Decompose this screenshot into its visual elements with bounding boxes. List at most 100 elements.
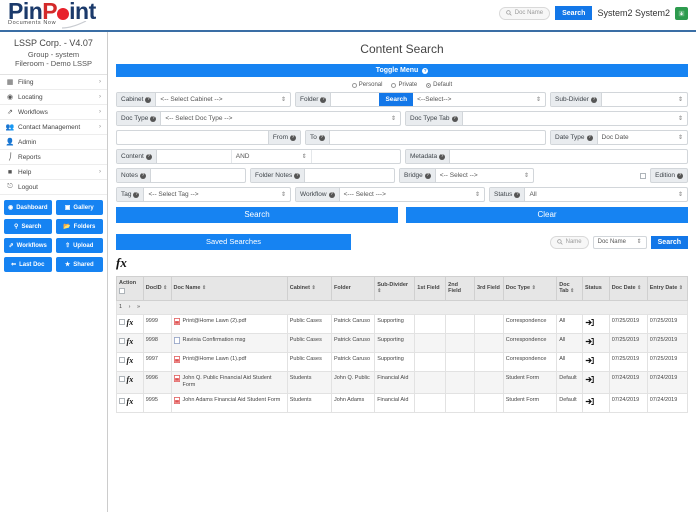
col-3rd-field[interactable]: 3rd Field (473, 276, 504, 301)
table-row[interactable]: fx 9995 John Adams Financial Aid Student… (116, 392, 689, 413)
sidebar-item-contact-management[interactable]: 👥 Contact Management › (0, 120, 107, 135)
col-2nd-field[interactable]: 2nd Field (445, 276, 475, 301)
sidebar-item-reports[interactable]: ⎠ Reports (0, 150, 107, 165)
row-status-cell[interactable] (581, 371, 610, 394)
datetype-field[interactable]: Date Type? Doc Date ⇕ (550, 130, 688, 145)
col-doc-date[interactable]: Doc Date ⇕ (608, 276, 648, 301)
select-all-checkbox[interactable] (119, 287, 125, 294)
login-icon[interactable] (585, 375, 594, 387)
row-checkbox[interactable] (119, 397, 125, 404)
row-fx-icon[interactable]: fx (127, 375, 134, 384)
header-search-button[interactable]: Search (555, 6, 593, 20)
cabinet-field[interactable]: Cabinet? <-- Select Cabinet --> ⇕ (116, 92, 291, 107)
row-checkbox[interactable] (119, 318, 125, 325)
row-action-cell[interactable]: fx (116, 333, 144, 354)
radio-personal[interactable]: Personal (351, 82, 382, 88)
content-field[interactable]: Content? AND ⇕ (116, 149, 401, 164)
next-page-link[interactable]: › (129, 304, 131, 310)
col-1st-field[interactable]: 1st Field (414, 276, 447, 301)
bridge-select[interactable]: <-- Select --> ⇕ (436, 169, 533, 182)
row-fx-icon[interactable]: fx (127, 397, 134, 406)
content-operator-select[interactable]: AND ⇕ (232, 150, 312, 163)
login-icon[interactable] (585, 337, 594, 349)
row-checkbox[interactable] (119, 357, 125, 364)
sidebar-item-filing[interactable]: ▦ Filing › (0, 75, 107, 90)
bridge-field[interactable]: Bridge? <-- Select --> ⇕ (399, 168, 534, 183)
cabinet-select[interactable]: <-- Select Cabinet --> ⇕ (156, 93, 290, 106)
doctype-select[interactable]: <-- Select Doc Type --> ⇕ (161, 112, 400, 125)
table-row[interactable]: fx 9999 Print@Home Lawn (2).pdf Public C… (116, 313, 689, 335)
foldernotes-field[interactable]: Folder Notes? (250, 168, 395, 183)
datetype-select[interactable]: Doc Date ⇕ (598, 131, 687, 144)
row-action-cell[interactable]: fx (116, 352, 144, 373)
content-input-1[interactable] (157, 150, 232, 163)
folder-search-button[interactable]: Search (379, 93, 414, 106)
quick-button-folders[interactable]: 📂 Folders (55, 219, 103, 234)
col-cabinet[interactable]: Cabinet ⇕ (286, 276, 332, 301)
row-checkbox[interactable] (119, 376, 125, 383)
table-row[interactable]: fx 9996 John Q. Public Financial Aid Stu… (116, 371, 689, 394)
folder-select[interactable]: <--Select--> ⇕ (413, 93, 545, 106)
quick-button-workflows[interactable]: ⇗ Workflows (4, 238, 52, 253)
saved-searches-button[interactable]: Saved Searches (116, 234, 351, 250)
col-docid[interactable]: DocID ⇕ (142, 276, 172, 301)
quick-button-dashboard[interactable]: ◉ Dashboard (4, 200, 52, 215)
quick-button-last-doc[interactable]: ⇐ Last Doc (4, 257, 52, 272)
workflow-select[interactable]: <--- Select ---> ⇕ (340, 188, 484, 201)
page-1-link[interactable]: 1 (119, 304, 122, 310)
workflow-field[interactable]: Workflow? <--- Select ---> ⇕ (295, 187, 485, 202)
search-button[interactable]: Search (116, 207, 398, 223)
radio-default[interactable]: Default (426, 82, 452, 88)
row-doc-name-cell[interactable]: Print@Home Lawn (1).pdf (170, 352, 288, 373)
login-icon[interactable] (585, 318, 594, 330)
quick-button-upload[interactable]: ⇧ Upload (55, 238, 103, 253)
folder-field[interactable]: Folder? Search <--Select--> ⇕ (295, 92, 546, 107)
date-from-field[interactable]: From? (116, 130, 301, 145)
table-row[interactable]: fx 9997 Print@Home Lawn (1).pdf Public C… (116, 352, 689, 373)
doctype-field[interactable]: Doc Type? <-- Select Doc Type --> ⇕ (116, 111, 401, 126)
header-search-input[interactable]: Doc Name (498, 6, 551, 20)
date-from-input[interactable] (117, 131, 268, 144)
row-status-cell[interactable] (581, 313, 610, 335)
folder-input[interactable] (331, 93, 379, 106)
edition-checkbox[interactable] (640, 172, 647, 179)
date-to-field[interactable]: To? (305, 130, 546, 145)
date-to-input[interactable] (330, 131, 545, 144)
last-page-link[interactable]: » (137, 304, 140, 310)
col-action[interactable]: Action (116, 276, 144, 301)
notes-field[interactable]: Notes? (116, 168, 246, 183)
col-doc-name[interactable]: Doc Name ⇕ (170, 276, 288, 301)
sidebar-item-help[interactable]: ■ Help › (0, 165, 107, 180)
login-icon[interactable] (585, 397, 594, 409)
login-icon[interactable] (585, 356, 594, 368)
row-fx-icon[interactable]: fx (127, 356, 134, 365)
row-doc-name-cell[interactable]: Print@Home Lawn (2).pdf (170, 313, 288, 335)
status-field[interactable]: Status? All ⇕ (489, 187, 688, 202)
quick-button-search[interactable]: ⚲ Search (4, 219, 52, 234)
doctypetab-field[interactable]: Doc Type Tab? ⇕ (405, 111, 688, 126)
notes-input[interactable] (151, 169, 245, 182)
row-checkbox[interactable] (119, 338, 125, 345)
sidebar-item-workflows[interactable]: ⇗ Workflows › (0, 105, 107, 120)
content-input-2[interactable] (312, 150, 400, 163)
row-status-cell[interactable] (581, 392, 610, 413)
tag-field[interactable]: Tag? <-- Select Tag --> ⇕ (116, 187, 291, 202)
sidebar-item-logout[interactable]: ⎋ Logout (0, 180, 107, 195)
metadata-field[interactable]: Metadata? (405, 149, 688, 164)
table-row[interactable]: fx 9998 Ravinia Confirmation msg Public … (116, 333, 689, 354)
fx-icon[interactable]: fx (116, 255, 127, 270)
results-search-button[interactable]: Search (650, 235, 688, 249)
clear-button[interactable]: Clear (406, 207, 688, 223)
col-subdivider[interactable]: Sub-Divider ⇕ (374, 276, 416, 301)
metadata-input[interactable] (450, 150, 687, 163)
user-badge-icon[interactable] (675, 6, 688, 20)
row-doc-name-cell[interactable]: John Q. Public Financial Aid Student For… (170, 371, 288, 394)
col-status[interactable]: Status (581, 276, 610, 301)
edition-field[interactable]: Edition? (538, 168, 688, 183)
row-action-cell[interactable]: fx (116, 371, 144, 394)
row-action-cell[interactable]: fx (116, 313, 144, 335)
results-filter-select[interactable]: Doc Name ⇕ (592, 235, 647, 249)
col-entry-date[interactable]: Entry Date ⇕ (646, 276, 689, 301)
sidebar-item-locating[interactable]: ◉ Locating › (0, 90, 107, 105)
row-status-cell[interactable] (581, 333, 610, 354)
